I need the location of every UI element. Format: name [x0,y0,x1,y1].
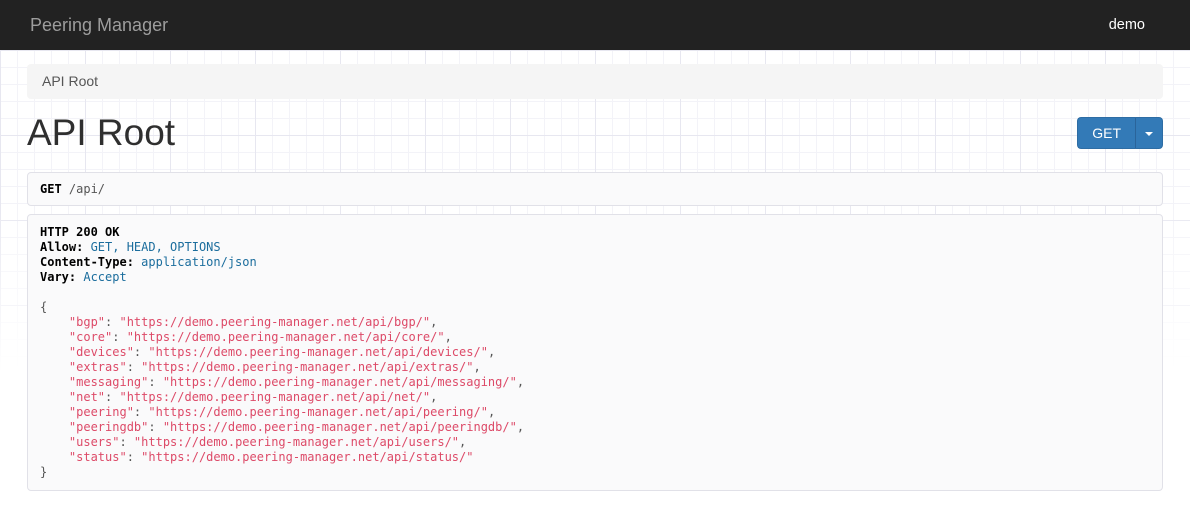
json-entry: "status": "https://demo.peering-manager.n… [40,450,1150,465]
json-colon: : [134,345,141,359]
api-link[interactable]: "https://demo.peering-manager.net/api/us… [134,435,459,449]
json-colon: : [112,330,119,344]
response-info: HTTP 200 OK Allow: GET, HEAD, OPTIONS Con… [27,214,1163,491]
get-button[interactable]: GET [1077,117,1135,149]
json-key: "core" [69,330,112,344]
json-entry: "extras": "https://demo.peering-manager.n… [40,360,1150,375]
json-entry: "devices": "https://demo.peering-manager.… [40,345,1150,360]
json-entry: "net": "https://demo.peering-manager.net/… [40,390,1150,405]
json-comma: , [517,375,524,389]
json-entry: "users": "https://demo.peering-manager.ne… [40,435,1150,450]
api-link[interactable]: "https://demo.peering-manager.net/api/ex… [141,360,473,374]
page-header: API Root GET [27,105,1163,161]
json-comma: , [430,390,437,404]
get-dropdown-toggle[interactable] [1135,117,1163,149]
response-header-line: Content-Type: application/json [40,255,1150,270]
response-header-line: Allow: GET, HEAD, OPTIONS [40,240,1150,255]
json-key: "extras" [69,360,127,374]
json-comma: , [459,435,466,449]
open-brace: { [40,300,47,314]
request-path: /api/ [69,182,105,196]
blank-line [40,285,1150,300]
json-comma: , [473,360,480,374]
response-header-line: Vary: Accept [40,270,1150,285]
api-link[interactable]: "https://demo.peering-manager.net/api/bg… [119,315,430,329]
navbar: Peering Manager demo [0,0,1190,50]
json-key: "devices" [69,345,134,359]
api-link[interactable]: "https://demo.peering-manager.net/api/st… [141,450,473,464]
json-comma: , [488,345,495,359]
json-comma: , [445,330,452,344]
json-colon: : [105,390,112,404]
request-method: GET [40,182,62,196]
json-entry: "peering": "https://demo.peering-manager.… [40,405,1150,420]
json-key: "status" [69,450,127,464]
json-colon: : [148,420,155,434]
api-link[interactable]: "https://demo.peering-manager.net/api/me… [163,375,517,389]
json-key: "messaging" [69,375,148,389]
json-entry: "core": "https://demo.peering-manager.net… [40,330,1150,345]
response-json-body: "bgp":"https://demo.peering-manager.net/… [40,315,1150,465]
status-line: HTTP 200 OK [40,225,119,239]
header-name: Content-Type: [40,255,134,269]
api-link[interactable]: "https://demo.peering-manager.net/api/ne… [119,390,430,404]
response-headers: Allow: GET, HEAD, OPTIONS Content-Type: ap… [40,240,1150,285]
json-entry: "bgp": "https://demo.peering-manager.net/… [40,315,1150,330]
brand-link[interactable]: Peering Manager [30,15,168,36]
chevron-down-icon [1145,132,1153,136]
api-link[interactable]: "https://demo.peering-manager.net/api/pe… [148,405,488,419]
api-link[interactable]: "https://demo.peering-manager.net/api/de… [148,345,488,359]
header-name: Allow: [40,240,83,254]
header-value: Accept [83,270,126,284]
json-comma: , [488,405,495,419]
breadcrumb-item-api-root[interactable]: API Root [42,73,98,89]
api-link[interactable]: "https://demo.peering-manager.net/api/pe… [163,420,517,434]
header-value: application/json [141,255,257,269]
close-brace: } [40,465,47,479]
page-title: API Root [27,112,175,154]
json-colon: : [127,450,134,464]
json-key: "users" [69,435,120,449]
json-colon: : [119,435,126,449]
json-entry: "messaging": "https://demo.peering-manage… [40,375,1150,390]
get-button-group: GET [1077,117,1163,149]
json-comma: , [517,420,524,434]
json-colon: : [105,315,112,329]
json-key: "bgp" [69,315,105,329]
json-colon: : [134,405,141,419]
header-name: Vary: [40,270,76,284]
request-info: GET/api/ [27,172,1163,206]
json-entry: "peeringdb": "https://demo.peering-manage… [40,420,1150,435]
json-key: "peeringdb" [69,420,148,434]
header-value: GET, HEAD, OPTIONS [91,240,221,254]
json-colon: : [127,360,134,374]
json-comma: , [430,315,437,329]
main-content: API Root API Root GET GET/api/ HTTP 200 … [27,64,1163,491]
api-link[interactable]: "https://demo.peering-manager.net/api/co… [127,330,445,344]
json-key: "net" [69,390,105,404]
user-menu[interactable]: demo [1094,17,1160,33]
breadcrumb: API Root [27,64,1163,99]
json-colon: : [148,375,155,389]
json-key: "peering" [69,405,134,419]
